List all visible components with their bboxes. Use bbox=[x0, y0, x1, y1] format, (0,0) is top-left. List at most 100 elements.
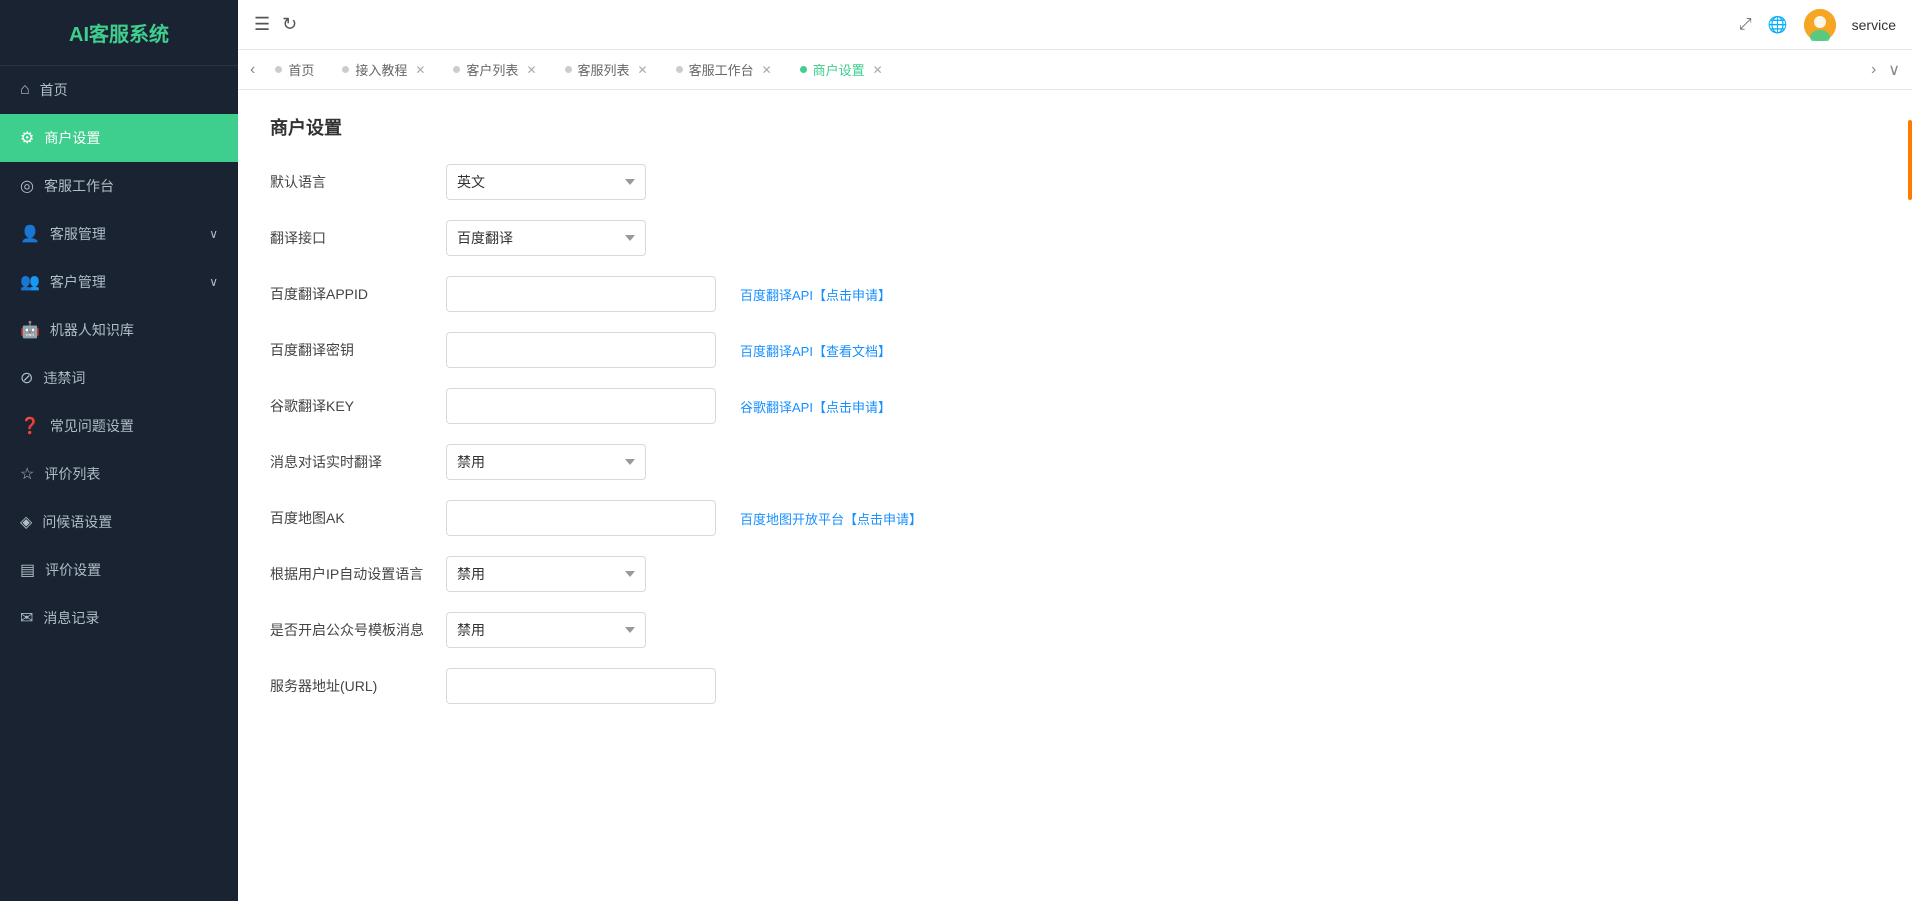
sidebar-item-label: 机器人知识库 bbox=[50, 320, 134, 340]
form-row-default-language: 默认语言 英文 中文 日文 韩文 bbox=[270, 164, 1880, 200]
sidebar-item-customer-workbench[interactable]: ◎ 客服工作台 bbox=[0, 162, 238, 210]
tabs-next-button[interactable]: › bbox=[1867, 61, 1880, 79]
server-url-input[interactable] bbox=[446, 668, 716, 704]
sidebar-item-label: 消息记录 bbox=[43, 608, 99, 628]
auto-set-language-control: 禁用 启用 bbox=[446, 556, 666, 592]
tab-merchant-settings[interactable]: 商户设置 ✕ bbox=[788, 56, 895, 83]
baidu-appid-input[interactable] bbox=[446, 276, 716, 312]
google-key-link[interactable]: 谷歌翻译API【点击申请】 bbox=[740, 397, 891, 416]
refresh-icon[interactable]: ↻ bbox=[282, 14, 297, 35]
sidebar-item-label: 常见问题设置 bbox=[50, 416, 134, 436]
gear-icon: ⚙ bbox=[20, 128, 34, 148]
form-row-google-key: 谷歌翻译KEY 谷歌翻译API【点击申请】 bbox=[270, 388, 1880, 424]
translation-interface-select[interactable]: 百度翻译 谷歌翻译 有道翻译 bbox=[446, 220, 646, 256]
ban-icon: ⊘ bbox=[20, 368, 33, 388]
baidu-map-ak-input[interactable] bbox=[446, 500, 716, 536]
username-label: service bbox=[1852, 17, 1896, 33]
baidu-secret-input[interactable] bbox=[446, 332, 716, 368]
sidebar-item-label: 客服管理 bbox=[50, 224, 106, 244]
form-row-baidu-map-ak: 百度地图AK 百度地图开放平台【点击申请】 bbox=[270, 500, 1880, 536]
sidebar-item-label: 违禁词 bbox=[43, 368, 85, 388]
app-logo: AI客服系统 bbox=[0, 0, 238, 66]
workbench-icon: ◎ bbox=[20, 176, 34, 196]
wechat-template-control: 禁用 启用 bbox=[446, 612, 666, 648]
main-content: ☰ ↻ ⤢ 🌐 service ‹ 首页 接入教程 ✕ bbox=[238, 0, 1912, 901]
sidebar-item-label: 首页 bbox=[40, 80, 68, 100]
tabs-prev-button[interactable]: ‹ bbox=[246, 61, 259, 79]
header-right: ⤢ 🌐 service bbox=[1739, 9, 1896, 41]
form-row-auto-set-language: 根据用户IP自动设置语言 禁用 启用 bbox=[270, 556, 1880, 592]
baidu-secret-label: 百度翻译密钥 bbox=[270, 340, 430, 360]
menu-toggle-icon[interactable]: ☰ bbox=[254, 14, 270, 35]
tab-agent-list[interactable]: 客服列表 ✕ bbox=[553, 56, 660, 83]
form-row-wechat-template: 是否开启公众号模板消息 禁用 启用 bbox=[270, 612, 1880, 648]
tab-close-button[interactable]: ✕ bbox=[638, 63, 648, 77]
form-row-translation-interface: 翻译接口 百度翻译 谷歌翻译 有道翻译 bbox=[270, 220, 1880, 256]
tab-label: 商户设置 bbox=[813, 60, 865, 79]
sidebar-item-label: 客服工作台 bbox=[44, 176, 114, 196]
tab-access-tutorial[interactable]: 接入教程 ✕ bbox=[330, 56, 437, 83]
tab-label: 客服列表 bbox=[578, 60, 630, 79]
globe-icon[interactable]: 🌐 bbox=[1768, 15, 1788, 35]
tab-dot bbox=[275, 66, 282, 73]
sidebar: AI客服系统 ⌂ 首页 ⚙ 商户设置 ◎ 客服工作台 👤 客服管理 ∨ 👥 客户… bbox=[0, 0, 238, 901]
baidu-secret-link[interactable]: 百度翻译API【查看文档】 bbox=[740, 341, 891, 360]
agent-icon: 👤 bbox=[20, 224, 40, 244]
tab-client-list[interactable]: 客户列表 ✕ bbox=[441, 56, 548, 83]
sidebar-item-sensitive-words[interactable]: ⊘ 违禁词 bbox=[0, 354, 238, 402]
fullscreen-icon[interactable]: ⤢ bbox=[1739, 16, 1752, 34]
page-title: 商户设置 bbox=[270, 114, 1880, 140]
chevron-down-icon: ∨ bbox=[209, 227, 218, 241]
tab-close-button[interactable]: ✕ bbox=[873, 63, 883, 77]
google-key-input[interactable] bbox=[446, 388, 716, 424]
tabs-bar: ‹ 首页 接入教程 ✕ 客户列表 ✕ 客服列表 ✕ 客服工作台 ✕ 商户设置 bbox=[238, 50, 1912, 90]
tab-dot bbox=[676, 66, 683, 73]
baidu-map-ak-label: 百度地图AK bbox=[270, 508, 430, 528]
sidebar-item-merchant-settings[interactable]: ⚙ 商户设置 bbox=[0, 114, 238, 162]
tab-dot bbox=[342, 66, 349, 73]
baidu-map-ak-link[interactable]: 百度地图开放平台【点击申请】 bbox=[740, 509, 922, 528]
sidebar-item-client-management[interactable]: 👥 客户管理 ∨ bbox=[0, 258, 238, 306]
default-language-label: 默认语言 bbox=[270, 172, 430, 192]
sidebar-item-rating-settings[interactable]: ▤ 评价设置 bbox=[0, 546, 238, 594]
sidebar-item-label: 评价列表 bbox=[44, 464, 100, 484]
wechat-template-select[interactable]: 禁用 启用 bbox=[446, 612, 646, 648]
sidebar-item-greeting-settings[interactable]: ◈ 问候语设置 bbox=[0, 498, 238, 546]
form-row-realtime-translation: 消息对话实时翻译 禁用 启用 bbox=[270, 444, 1880, 480]
message-icon: ✉ bbox=[20, 608, 33, 628]
tab-close-button[interactable]: ✕ bbox=[762, 63, 772, 77]
realtime-translation-select[interactable]: 禁用 启用 bbox=[446, 444, 646, 480]
sidebar-item-label: 评价设置 bbox=[45, 560, 101, 580]
translation-interface-control: 百度翻译 谷歌翻译 有道翻译 bbox=[446, 220, 666, 256]
greeting-icon: ◈ bbox=[20, 512, 32, 532]
sidebar-item-message-logs[interactable]: ✉ 消息记录 bbox=[0, 594, 238, 642]
realtime-translation-control: 禁用 启用 bbox=[446, 444, 666, 480]
tab-agent-workbench[interactable]: 客服工作台 ✕ bbox=[664, 56, 784, 83]
tabs-expand-button[interactable]: ∨ bbox=[1884, 60, 1904, 80]
sidebar-item-home[interactable]: ⌂ 首页 bbox=[0, 66, 238, 114]
robot-icon: 🤖 bbox=[20, 320, 40, 340]
avatar[interactable] bbox=[1804, 9, 1836, 41]
sidebar-item-rating-list[interactable]: ☆ 评价列表 bbox=[0, 450, 238, 498]
form-row-baidu-appid: 百度翻译APPID 百度翻译API【点击申请】 bbox=[270, 276, 1880, 312]
sidebar-item-customer-management[interactable]: 👤 客服管理 ∨ bbox=[0, 210, 238, 258]
clients-icon: 👥 bbox=[20, 272, 40, 292]
home-icon: ⌂ bbox=[20, 81, 30, 99]
scroll-accent bbox=[1908, 120, 1912, 200]
auto-set-language-select[interactable]: 禁用 启用 bbox=[446, 556, 646, 592]
tab-home[interactable]: 首页 bbox=[263, 56, 326, 83]
tab-label: 接入教程 bbox=[355, 60, 407, 79]
rating-icon: ☆ bbox=[20, 464, 34, 484]
tab-close-button[interactable]: ✕ bbox=[526, 63, 536, 77]
tab-close-button[interactable]: ✕ bbox=[415, 63, 425, 77]
server-url-label: 服务器地址(URL) bbox=[270, 676, 430, 696]
form-row-server-url: 服务器地址(URL) bbox=[270, 668, 1880, 704]
page-content: 商户设置 默认语言 英文 中文 日文 韩文 翻译接口 百度翻译 谷歌翻译 有道翻… bbox=[238, 90, 1912, 901]
baidu-appid-link[interactable]: 百度翻译API【点击申请】 bbox=[740, 285, 891, 304]
chevron-down-icon: ∨ bbox=[209, 275, 218, 289]
sidebar-item-label: 问候语设置 bbox=[42, 512, 112, 532]
list-icon: ▤ bbox=[20, 560, 35, 580]
default-language-select[interactable]: 英文 中文 日文 韩文 bbox=[446, 164, 646, 200]
sidebar-item-faq-settings[interactable]: ❓ 常见问题设置 bbox=[0, 402, 238, 450]
sidebar-item-robot-knowledge[interactable]: 🤖 机器人知识库 bbox=[0, 306, 238, 354]
